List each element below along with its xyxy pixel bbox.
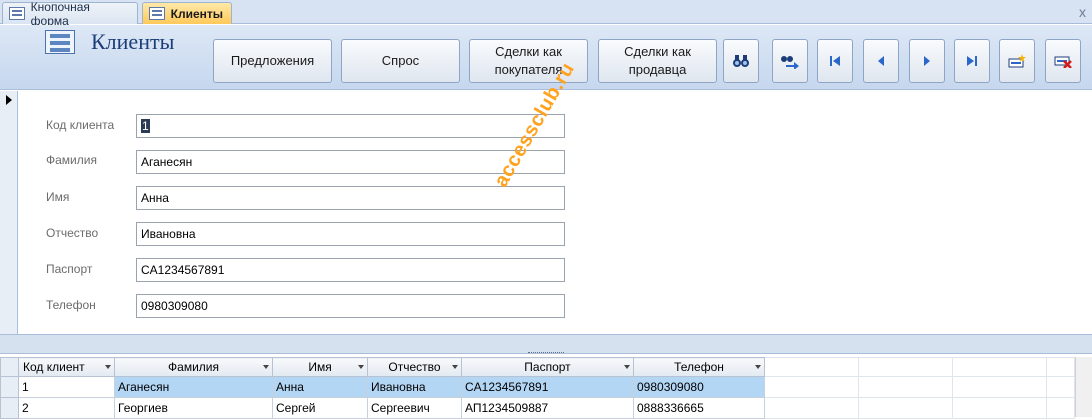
offers-button[interactable]: Предложения <box>213 39 332 83</box>
previous-record-button[interactable] <box>863 39 899 83</box>
find-button[interactable] <box>723 39 759 83</box>
tab-label: Кнопочная форма <box>30 0 90 28</box>
cell-surname[interactable]: Георгиев <box>114 397 273 419</box>
close-icon[interactable]: x <box>1079 4 1086 20</box>
column-header-passport[interactable]: Паспорт <box>461 357 634 377</box>
delete-record-button[interactable] <box>1045 39 1081 83</box>
row-selector[interactable] <box>0 376 19 398</box>
cell-client-id[interactable]: 1 <box>18 376 115 398</box>
datasheet-table: Код клиент Фамилия Имя Отчество Паспорт … <box>0 357 1075 419</box>
dropdown-arrow-icon[interactable] <box>358 365 364 369</box>
dropdown-arrow-icon[interactable] <box>755 365 761 369</box>
form-icon <box>149 7 165 20</box>
form-icon <box>9 7 25 20</box>
delete-record-icon <box>1054 56 1072 68</box>
dropdown-arrow-icon[interactable] <box>263 365 269 369</box>
cell-first-name[interactable]: Анна <box>272 376 368 398</box>
record-selector[interactable] <box>0 91 18 334</box>
find-next-button[interactable] <box>772 39 808 83</box>
empty-cell <box>764 397 859 419</box>
form-header: Клиенты Предложения Спрос Сделки как пок… <box>0 25 1092 90</box>
cell-passport[interactable]: АП1234509887 <box>461 397 634 419</box>
passport-field[interactable]: CA1234567891 <box>136 258 565 282</box>
datasheet-header-row: Код клиент Фамилия Имя Отчество Паспорт … <box>0 357 1075 377</box>
dropdown-arrow-icon[interactable] <box>452 365 458 369</box>
tab-label: Клиенты <box>170 6 223 21</box>
splitter-grip-icon <box>528 352 564 355</box>
column-header-first-name[interactable]: Имя <box>272 357 368 377</box>
first-record-icon <box>830 56 840 66</box>
form-header-icon <box>45 30 75 54</box>
empty-column <box>1046 357 1075 377</box>
passport-label: Паспорт <box>46 262 93 276</box>
first-name-field[interactable]: Анна <box>136 186 565 210</box>
surname-label: Фамилия <box>46 153 97 167</box>
dropdown-arrow-icon[interactable] <box>624 365 630 369</box>
datasheet: Код клиент Фамилия Имя Отчество Паспорт … <box>0 357 1092 419</box>
empty-cell <box>764 376 859 398</box>
column-header-patronymic[interactable]: Отчество <box>367 357 462 377</box>
empty-cell <box>1046 397 1075 419</box>
phone-field[interactable]: 0980309080 <box>136 294 565 318</box>
table-row[interactable]: 2 Георгиев Сергей Сергеевич АП1234509887… <box>0 397 1075 419</box>
tab-switchboard[interactable]: Кнопочная форма <box>2 0 138 28</box>
cell-patronymic[interactable]: Ивановна <box>367 376 462 398</box>
client-id-label: Код клиента <box>46 118 115 132</box>
cell-first-name[interactable]: Сергей <box>272 397 368 419</box>
new-record-button[interactable] <box>999 39 1035 83</box>
empty-cell <box>952 376 1047 398</box>
patronymic-field[interactable]: Ивановна <box>136 222 565 246</box>
current-record-arrow-icon <box>6 95 12 105</box>
first-name-label: Имя <box>46 190 70 204</box>
cell-client-id[interactable]: 2 <box>18 397 115 419</box>
last-record-button[interactable] <box>954 39 990 83</box>
document-tab-strip: Кнопочная форма Клиенты x <box>0 0 1092 28</box>
demand-button[interactable]: Спрос <box>341 39 460 83</box>
phone-label: Телефон <box>46 298 96 312</box>
client-id-field[interactable]: 1 <box>136 114 565 138</box>
empty-cell <box>952 397 1047 419</box>
cell-phone[interactable]: 0980309080 <box>633 376 765 398</box>
empty-cell <box>858 397 953 419</box>
page-title: Клиенты <box>91 29 175 54</box>
find-next-icon <box>781 56 799 69</box>
cell-phone[interactable]: 0888336665 <box>633 397 765 419</box>
vertical-scrollbar[interactable] <box>1075 357 1092 417</box>
empty-cell <box>1046 376 1075 398</box>
client-id-value: 1 <box>141 119 150 133</box>
tab-clients[interactable]: Клиенты <box>142 2 232 24</box>
empty-column <box>764 357 859 377</box>
binoculars-icon <box>733 55 749 67</box>
next-record-button[interactable] <box>909 39 945 83</box>
patronymic-label: Отчество <box>46 226 99 240</box>
split-form-splitter[interactable] <box>0 334 1092 354</box>
empty-column <box>858 357 953 377</box>
first-record-button[interactable] <box>817 39 853 83</box>
select-all-corner[interactable] <box>0 357 19 377</box>
row-selector[interactable] <box>0 397 19 419</box>
table-row[interactable]: 1 Аганесян Анна Ивановна CA1234567891 09… <box>0 376 1075 398</box>
deals-as-seller-button[interactable]: Сделки как продавца <box>598 39 717 83</box>
empty-cell <box>858 376 953 398</box>
previous-record-icon <box>878 56 884 66</box>
column-header-client-id[interactable]: Код клиент <box>18 357 115 377</box>
last-record-icon <box>967 56 977 66</box>
cell-surname[interactable]: Аганесян <box>114 376 273 398</box>
next-record-icon <box>924 56 930 66</box>
empty-column <box>952 357 1047 377</box>
column-header-surname[interactable]: Фамилия <box>114 357 273 377</box>
column-header-phone[interactable]: Телефон <box>633 357 765 377</box>
new-record-icon <box>1008 54 1026 68</box>
dropdown-arrow-icon[interactable] <box>105 365 111 369</box>
cell-patronymic[interactable]: Сергеевич <box>367 397 462 419</box>
cell-passport[interactable]: CA1234567891 <box>461 376 634 398</box>
